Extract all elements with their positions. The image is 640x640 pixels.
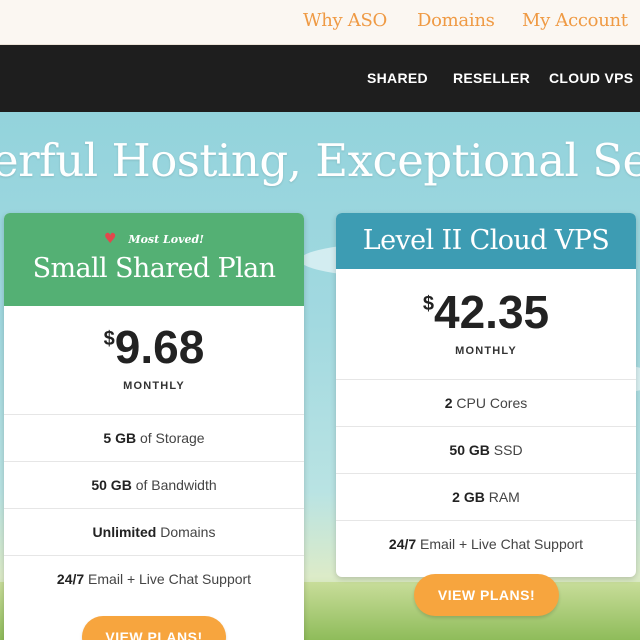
view-plans-button[interactable]: VIEW PLANS! [414, 574, 559, 616]
feature-row: 24/7 Email + Live Chat Support [336, 520, 636, 567]
feature-label: SSD [489, 442, 523, 458]
feature-row: 50 GB of Bandwidth [4, 461, 304, 508]
feature-row: 24/7 Email + Live Chat Support [4, 555, 304, 602]
feature-value: 50 GB [449, 442, 490, 458]
feature-label: of Bandwidth [131, 477, 217, 493]
feature-row: 5 GB of Storage [4, 414, 304, 461]
card-header: ♥ Most Loved! Small Shared Plan [4, 213, 304, 306]
plan-card-level-ii-cloud-vps: Level II Cloud VPS $42.35 MONTHLY 2 CPU … [336, 213, 636, 577]
feature-label: Email + Live Chat Support [416, 536, 584, 552]
feature-label: RAM [484, 489, 520, 505]
nav-link-domains[interactable]: Domains [417, 10, 495, 31]
most-loved-badge: ♥ Most Loved! [4, 213, 304, 247]
feature-value: 24/7 [388, 536, 417, 552]
view-plans-button[interactable]: VIEW PLANS! [82, 616, 226, 640]
feature-row: Unlimited Domains [4, 508, 304, 555]
plan-card-small-shared: ♥ Most Loved! Small Shared Plan $9.68 MO… [4, 213, 304, 640]
nav-item-shared[interactable]: SHARED [367, 70, 428, 86]
feature-row: 2 CPU Cores [336, 379, 636, 426]
feature-value: 5 GB [103, 430, 137, 446]
feature-value: 2 [444, 395, 453, 411]
hero-banner: erful Hosting, Exceptional Ser ♥ Most Lo… [0, 112, 640, 640]
price-amount: 42.35 [434, 286, 550, 338]
nav-item-cloud-vps[interactable]: CLOUD VPS [549, 70, 633, 86]
currency-symbol: $ [422, 293, 434, 315]
feature-label: CPU Cores [452, 395, 528, 411]
plan-title: Level II Cloud VPS [362, 225, 610, 256]
plan-price: $42.35 [336, 285, 636, 339]
currency-symbol: $ [103, 328, 115, 350]
billing-period: MONTHLY [455, 345, 517, 357]
price-amount: 9.68 [114, 321, 205, 373]
feature-label: Domains [156, 524, 216, 540]
feature-label: Email + Live Chat Support [84, 571, 252, 587]
feature-row: 2 GB RAM [336, 473, 636, 520]
nav-link-my-account[interactable]: My Account [522, 10, 628, 31]
card-header: Level II Cloud VPS [336, 213, 636, 269]
feature-row: 50 GB SSD [336, 426, 636, 473]
heart-icon: ♥ [103, 231, 117, 247]
feature-value: 24/7 [56, 571, 85, 587]
feature-value: 50 GB [91, 477, 132, 493]
top-utility-nav: Why ASO Domains My Account [0, 0, 640, 45]
hero-headline: erful Hosting, Exceptional Ser [0, 134, 640, 187]
billing-period: MONTHLY [123, 380, 185, 392]
badge-label: Most Loved! [128, 233, 204, 246]
main-nav: SHARED RESELLER CLOUD VPS [0, 45, 640, 112]
feature-value: 2 GB [452, 489, 485, 505]
plan-price: $9.68 [4, 320, 304, 374]
feature-value: Unlimited [92, 524, 157, 540]
nav-item-reseller[interactable]: RESELLER [453, 70, 530, 86]
nav-link-why-aso[interactable]: Why ASO [303, 10, 387, 31]
feature-label: of Storage [136, 430, 205, 446]
plan-title: Small Shared Plan [32, 253, 276, 284]
